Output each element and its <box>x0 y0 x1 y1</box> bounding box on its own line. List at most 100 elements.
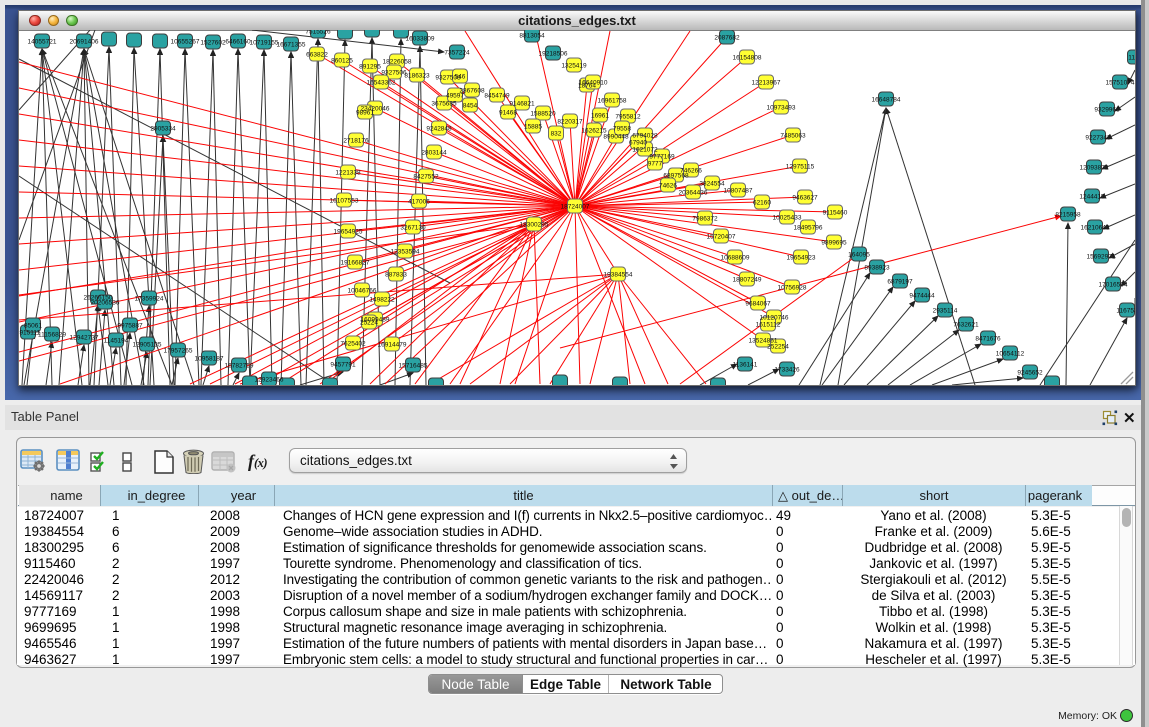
svg-text:19166827: 19166827 <box>341 260 370 267</box>
svg-text:19654923: 19654923 <box>787 255 816 262</box>
svg-text:9463627: 9463627 <box>792 195 818 202</box>
svg-text:8454749: 8454749 <box>484 93 510 100</box>
svg-text:887833: 887833 <box>385 272 407 279</box>
svg-text:7632621: 7632621 <box>953 322 979 329</box>
svg-text:1615112: 1615112 <box>756 322 781 329</box>
svg-text:74626: 74626 <box>659 183 677 190</box>
svg-text:9975887: 9975887 <box>117 323 143 330</box>
svg-text:8454: 8454 <box>463 103 478 110</box>
svg-text:10120746: 10120746 <box>760 315 789 322</box>
svg-text:15885: 15885 <box>524 124 542 131</box>
svg-text:17957265: 17957265 <box>164 348 193 355</box>
svg-text:10655267: 10655267 <box>171 39 200 46</box>
svg-text:6794028: 6794028 <box>632 133 658 140</box>
svg-text:7625402: 7625402 <box>340 341 366 348</box>
svg-text:12213967: 12213967 <box>752 80 781 87</box>
svg-text:16782759: 16782759 <box>225 363 254 370</box>
svg-text:1136141: 1136141 <box>733 362 758 369</box>
svg-text:12905135: 12905135 <box>133 342 162 349</box>
svg-text:10719155: 10719155 <box>250 40 279 47</box>
svg-text:663822: 663822 <box>306 52 328 59</box>
svg-text:10756928: 10756928 <box>778 285 807 292</box>
svg-text:1244415: 1244415 <box>1079 194 1105 201</box>
svg-text:1733426: 1733426 <box>774 367 800 374</box>
svg-text:20206536: 20206536 <box>91 300 120 307</box>
svg-text:8215958: 8215958 <box>1055 212 1081 219</box>
svg-text:15716485: 15716485 <box>399 363 428 370</box>
svg-text:8220317: 8220317 <box>557 119 583 126</box>
svg-text:2718176: 2718176 <box>343 138 369 145</box>
svg-text:85061: 85061 <box>24 323 42 330</box>
svg-text:7515526: 7515526 <box>305 30 331 36</box>
svg-text:6466160: 6466160 <box>225 39 251 46</box>
svg-text:3675685: 3675685 <box>431 101 457 108</box>
svg-text:18724007: 18724007 <box>561 204 590 211</box>
svg-text:9242848: 9242848 <box>426 126 452 133</box>
svg-text:164095: 164095 <box>848 252 870 259</box>
svg-text:19654925: 19654925 <box>334 229 363 236</box>
svg-text:832: 832 <box>551 131 562 138</box>
svg-text:2087682: 2087682 <box>714 35 740 42</box>
svg-text:7986372: 7986372 <box>692 216 718 223</box>
svg-text:252254: 252254 <box>767 344 789 351</box>
svg-text:12975115: 12975115 <box>786 164 815 171</box>
svg-text:12093872: 12093872 <box>1080 165 1109 172</box>
svg-text:8186323: 8186323 <box>404 73 430 80</box>
svg-text:16154808: 16154808 <box>733 55 762 62</box>
svg-text:9777169: 9777169 <box>649 154 675 161</box>
svg-text:2905334: 2905334 <box>150 126 176 133</box>
svg-text:8471676: 8471676 <box>975 336 1001 343</box>
svg-text:9474444: 9474444 <box>909 293 935 300</box>
svg-text:12942737: 12942737 <box>70 335 99 342</box>
svg-text:17016504: 17016504 <box>1099 282 1128 289</box>
svg-text:91468: 91468 <box>499 110 517 117</box>
svg-text:19384554: 19384554 <box>604 272 633 279</box>
svg-text:1221338: 1221338 <box>335 170 361 177</box>
svg-text:9777: 9777 <box>648 161 663 168</box>
svg-text:1588520: 1588520 <box>530 111 556 118</box>
svg-text:1527602: 1527602 <box>200 40 226 47</box>
svg-text:3267130: 3267130 <box>400 225 426 232</box>
svg-text:16033809: 16033809 <box>406 36 435 43</box>
svg-text:7955812: 7955812 <box>615 114 641 121</box>
svg-text:19218506: 19218506 <box>539 51 568 58</box>
svg-text:891295: 891295 <box>359 64 381 71</box>
svg-text:9146821: 9146821 <box>509 101 535 108</box>
svg-text:860125: 860125 <box>331 58 353 65</box>
svg-text:18300295: 18300295 <box>520 222 549 229</box>
svg-text:9227343: 9227343 <box>1085 135 1111 142</box>
svg-text:10025433: 10025433 <box>773 215 802 222</box>
svg-text:18807249: 18807249 <box>733 277 762 284</box>
svg-text:49597: 49597 <box>446 93 464 100</box>
svg-text:16543362: 16543362 <box>367 80 396 87</box>
svg-text:1325419: 1325419 <box>561 63 587 70</box>
svg-text:15751074: 15751074 <box>1106 80 1135 87</box>
svg-text:9115460: 9115460 <box>823 210 848 217</box>
svg-text:15692971: 15692971 <box>1087 254 1116 261</box>
svg-text:16648784: 16648784 <box>872 97 901 104</box>
svg-text:20691406: 20691406 <box>70 39 99 46</box>
svg-text:9327506: 9327506 <box>381 70 407 77</box>
svg-text:2935114: 2935114 <box>933 308 958 315</box>
svg-text:10807487: 10807487 <box>724 188 753 195</box>
svg-text:9245652: 9245652 <box>1017 370 1043 377</box>
svg-text:16671355: 16671355 <box>277 42 306 49</box>
svg-text:11156829: 11156829 <box>38 332 66 339</box>
svg-text:10958187: 10958187 <box>195 356 224 363</box>
svg-text:116753: 116753 <box>1116 308 1135 315</box>
svg-text:12353594: 12353594 <box>391 249 420 256</box>
svg-text:67940: 67940 <box>629 140 647 147</box>
svg-text:6897568: 6897568 <box>663 173 689 180</box>
svg-text:10046766: 10046766 <box>348 288 377 295</box>
svg-text:9684067: 9684067 <box>745 301 771 308</box>
svg-text:8990448: 8990448 <box>603 134 629 141</box>
svg-text:9899695: 9899695 <box>821 240 847 247</box>
svg-text:7357224: 7357224 <box>444 50 470 57</box>
svg-text:8427552: 8427552 <box>413 174 439 181</box>
svg-text:1498222: 1498222 <box>369 297 395 304</box>
svg-text:12923466: 12923466 <box>255 377 284 384</box>
svg-text:18495796: 18495796 <box>794 225 823 232</box>
svg-text:98961: 98961 <box>356 110 374 117</box>
svg-text:17359924: 17359924 <box>135 296 164 303</box>
svg-text:15720407: 15720407 <box>707 234 736 241</box>
